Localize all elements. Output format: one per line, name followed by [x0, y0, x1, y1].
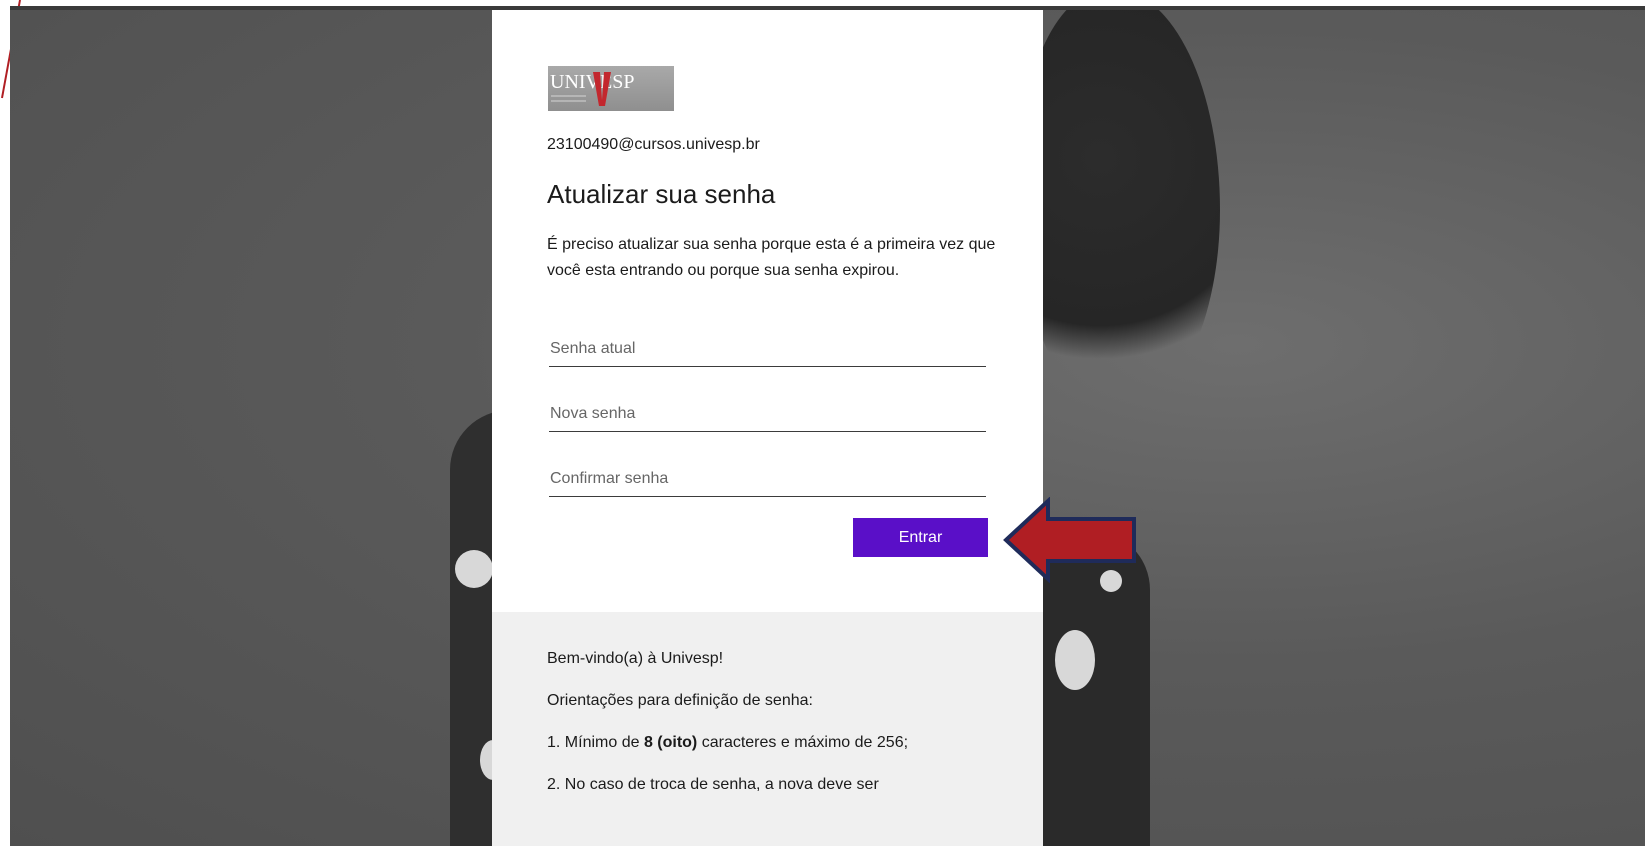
- login-card: UNIVESP 23100490@cursos.univesp.br Atual…: [492, 10, 1043, 846]
- account-email: 23100490@cursos.univesp.br: [547, 136, 760, 153]
- confirm-password-field[interactable]: [549, 462, 986, 497]
- guideline-rule-2: 2. No caso de troca de senha, a nova dev…: [547, 776, 879, 793]
- logo-wordmark: UNIVESP: [550, 71, 634, 93]
- page-title: Atualizar sua senha: [547, 179, 776, 209]
- annotation-arrow-icon: [1003, 497, 1136, 583]
- card-footer: Bem-vindo(a) à Univesp! Orientações para…: [492, 612, 1043, 846]
- univesp-logo: UNIVESP: [548, 66, 674, 111]
- page-description: É preciso atualizar sua senha porque est…: [547, 236, 996, 279]
- welcome-text: Bem-vindo(a) à Univesp!: [547, 650, 724, 667]
- current-password-field[interactable]: [549, 332, 986, 367]
- new-password-field[interactable]: [549, 397, 986, 432]
- submit-button[interactable]: Entrar: [853, 518, 988, 557]
- background-hair: [1020, 10, 1220, 410]
- rule-1-suffix: caracteres e máximo de 256;: [697, 734, 909, 751]
- guideline-rule-1: 1. Mínimo de 8 (oito) caracteres e máxim…: [547, 734, 908, 752]
- background-dot: [1055, 630, 1095, 690]
- guidelines-heading: Orientações para definição de senha:: [547, 692, 813, 709]
- rule-1-bold: 8 (oito): [643, 734, 698, 751]
- background-dot: [455, 550, 493, 588]
- screenshot-frame: UNIVESP 23100490@cursos.univesp.br Atual…: [0, 0, 1645, 846]
- rule-1-prefix: 1. Mínimo de: [547, 734, 644, 751]
